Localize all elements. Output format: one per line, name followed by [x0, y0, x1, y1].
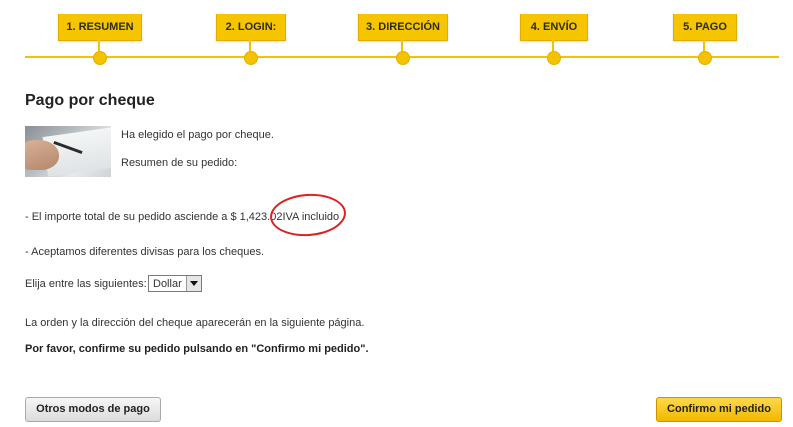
step-dot-direccion: [396, 51, 410, 65]
step-tab-resumen[interactable]: 1. RESUMEN: [58, 14, 142, 41]
chevron-down-icon[interactable]: [186, 276, 201, 291]
currency-label: Elija entre las siguientes:: [25, 278, 147, 290]
cheque-image: [25, 126, 111, 177]
other-payment-button[interactable]: Otros modos de pago: [25, 397, 161, 422]
order-total-text: - El importe total de su pedido asciende…: [25, 211, 283, 223]
step-tab-login[interactable]: 2. LOGIN:: [216, 14, 286, 41]
page-title: Pago por cheque: [25, 92, 155, 109]
step-dot-pago: [698, 51, 712, 65]
summary-heading: Resumen de su pedido:: [121, 157, 238, 169]
step-tab-direccion[interactable]: 3. DIRECCIÓN: [358, 14, 448, 41]
currency-select-value: Dollar: [153, 278, 182, 290]
step-tab-pago[interactable]: 5. PAGO: [673, 14, 737, 41]
step-dot-envio: [547, 51, 561, 65]
step-dot-resumen: [93, 51, 107, 65]
step-tab-envio[interactable]: 4. ENVÍO: [520, 14, 588, 41]
hand-shape: [25, 140, 59, 170]
confirm-note: Por favor, confirme su pedido pulsando e…: [25, 343, 369, 355]
confirm-order-button[interactable]: Confirmo mi pedido: [656, 397, 782, 422]
step-dot-login: [244, 51, 258, 65]
currencies-note: - Aceptamos diferentes divisas para los …: [25, 246, 265, 258]
address-note: La orden y la dirección del cheque apare…: [25, 317, 365, 329]
checkout-steps: 1. RESUMEN 2. LOGIN: 3. DIRECCIÓN 4. ENV…: [0, 0, 793, 70]
currency-select[interactable]: Dollar: [148, 275, 202, 292]
annotation-circle: [268, 191, 348, 239]
intro-text: Ha elegido el pago por cheque.: [121, 129, 274, 141]
